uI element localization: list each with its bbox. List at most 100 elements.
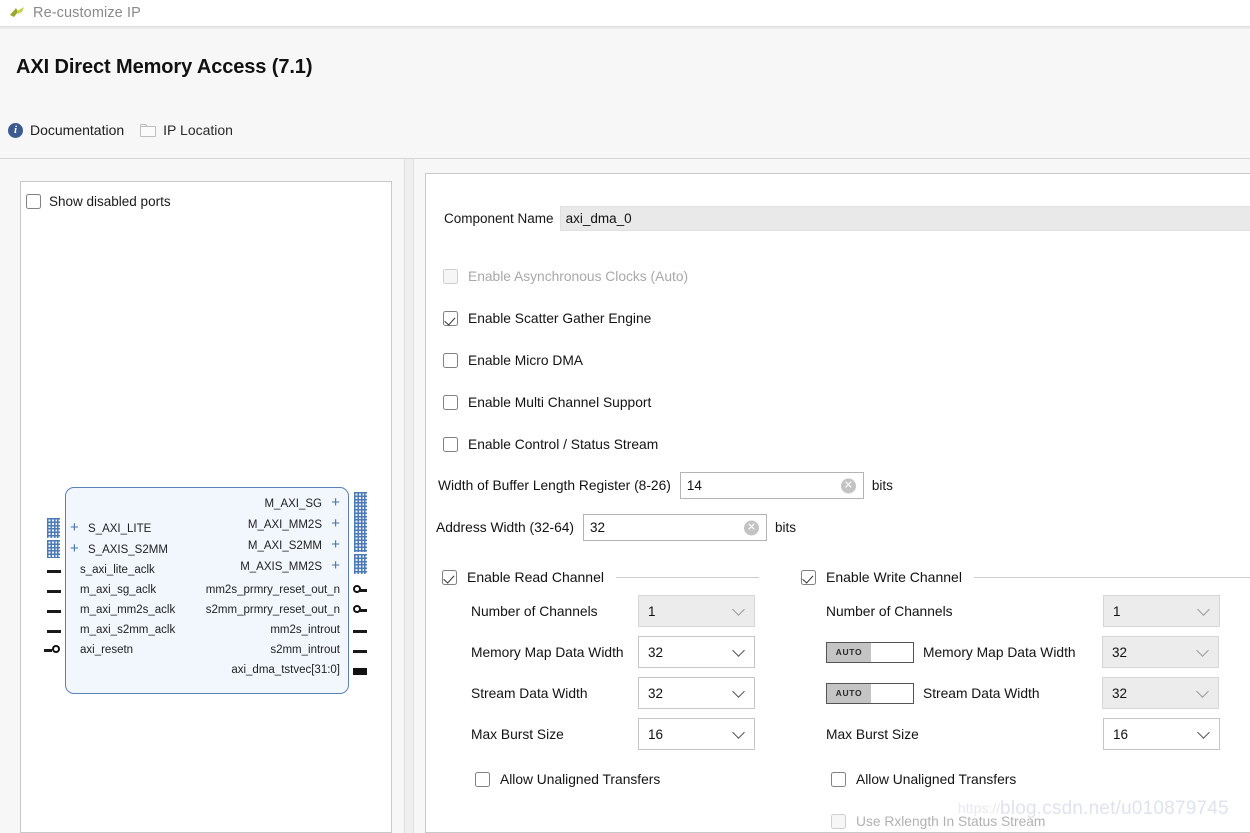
write-use-rxlength-row[interactable]: Use Rxlength In Status Stream bbox=[831, 814, 1045, 829]
write-memory-map-auto-toggle[interactable]: AUTO bbox=[826, 642, 914, 663]
read-channel-header[interactable]: Enable Read Channel bbox=[442, 569, 759, 585]
show-disabled-ports-row[interactable]: Show disabled ports bbox=[26, 194, 171, 209]
enable-async-clocks-label: Enable Asynchronous Clocks (Auto) bbox=[468, 269, 688, 284]
read-memory-map-data-width-value: 32 bbox=[648, 645, 663, 660]
read-number-of-channels-row: Number of Channels 1 bbox=[471, 595, 755, 627]
clear-icon[interactable]: ✕ bbox=[841, 478, 856, 493]
ip-location-link[interactable]: IP Location bbox=[140, 122, 233, 138]
read-allow-unaligned-row[interactable]: Allow Unaligned Transfers bbox=[475, 772, 660, 787]
address-width-value: 32 bbox=[590, 520, 605, 535]
buffer-length-register-unit: bits bbox=[872, 478, 893, 493]
write-allow-unaligned-row[interactable]: Allow Unaligned Transfers bbox=[831, 772, 1016, 787]
option-enable-control-status-stream[interactable]: Enable Control / Status Stream bbox=[443, 437, 658, 452]
bus-connector-m-axis-mm2s bbox=[354, 554, 367, 574]
write-channel-rule bbox=[974, 577, 1250, 578]
option-enable-multi-channel[interactable]: Enable Multi Channel Support bbox=[443, 395, 651, 410]
chevron-down-icon bbox=[732, 644, 745, 657]
component-name-label: Component Name bbox=[444, 211, 554, 226]
panel-splitter[interactable] bbox=[404, 159, 414, 833]
documentation-label: Documentation bbox=[30, 122, 124, 138]
read-number-of-channels-select[interactable]: 1 bbox=[638, 595, 755, 627]
enable-read-channel-label: Enable Read Channel bbox=[467, 569, 604, 585]
read-allow-unaligned-label: Allow Unaligned Transfers bbox=[500, 772, 660, 787]
option-enable-async-clocks[interactable]: Enable Asynchronous Clocks (Auto) bbox=[443, 269, 688, 284]
dialog-header: AXI Direct Memory Access (7.1) i Documen… bbox=[0, 29, 1250, 158]
clear-icon[interactable]: ✕ bbox=[744, 520, 759, 535]
show-disabled-ports-label: Show disabled ports bbox=[49, 194, 171, 209]
expand-icon-m-axi-s2mm[interactable]: + bbox=[331, 537, 340, 552]
read-memory-map-data-width-select[interactable]: 32 bbox=[638, 636, 755, 668]
pin-axi-resetn-bubble bbox=[52, 645, 60, 653]
option-enable-micro-dma[interactable]: Enable Micro DMA bbox=[443, 353, 583, 368]
address-width-input[interactable]: 32 ✕ bbox=[583, 514, 767, 541]
write-use-rxlength-checkbox[interactable] bbox=[831, 814, 846, 829]
window-title: Re-customize IP bbox=[33, 5, 141, 21]
port-label-m-axi-sg-aclk: m_axi_sg_aclk bbox=[80, 584, 156, 596]
read-stream-data-width-row: Stream Data Width 32 bbox=[471, 677, 755, 709]
enable-scatter-gather-label: Enable Scatter Gather Engine bbox=[468, 311, 651, 326]
expand-icon-s-axis-s2mm[interactable]: + bbox=[70, 541, 79, 556]
port-label-m-axi-sg: M_AXI_SG bbox=[264, 498, 322, 510]
pin-mm2s-prmry-reset-line bbox=[360, 589, 367, 592]
write-stream-data-width-select[interactable]: 32 bbox=[1102, 677, 1219, 709]
write-memory-map-data-width-select[interactable]: 32 bbox=[1102, 636, 1219, 668]
read-stream-data-width-select[interactable]: 32 bbox=[638, 677, 755, 709]
write-stream-auto-toggle[interactable]: AUTO bbox=[826, 683, 914, 704]
enable-write-channel-checkbox[interactable] bbox=[801, 570, 816, 585]
enable-micro-dma-label: Enable Micro DMA bbox=[468, 353, 583, 368]
enable-read-channel-checkbox[interactable] bbox=[442, 570, 457, 585]
port-label-s2mm-prmry-reset-out-n: s2mm_prmry_reset_out_n bbox=[206, 604, 340, 616]
buffer-length-register-row: Width of Buffer Length Register (8-26) 1… bbox=[438, 472, 893, 499]
enable-multi-channel-label: Enable Multi Channel Support bbox=[468, 395, 651, 410]
port-label-mm2s-prmry-reset-out-n: mm2s_prmry_reset_out_n bbox=[206, 584, 340, 596]
write-memory-map-auto-label: AUTO bbox=[827, 643, 871, 662]
bus-connector-s-axis-s2mm bbox=[47, 540, 60, 558]
enable-control-status-stream-checkbox[interactable] bbox=[443, 437, 458, 452]
write-max-burst-size-label: Max Burst Size bbox=[826, 727, 1103, 742]
expand-icon-m-axi-mm2s[interactable]: + bbox=[331, 516, 340, 531]
read-max-burst-size-label: Max Burst Size bbox=[471, 727, 638, 742]
expand-icon-m-axi-sg[interactable]: + bbox=[331, 495, 340, 510]
documentation-link[interactable]: i Documentation bbox=[8, 122, 124, 138]
option-enable-scatter-gather[interactable]: Enable Scatter Gather Engine bbox=[443, 311, 651, 326]
enable-async-clocks-checkbox[interactable] bbox=[443, 269, 458, 284]
port-label-axi-dma-tstvec: axi_dma_tstvec[31:0] bbox=[231, 664, 340, 676]
expand-icon-m-axis-mm2s[interactable]: + bbox=[331, 558, 340, 573]
write-memory-map-data-width-label: Memory Map Data Width bbox=[923, 645, 1102, 660]
pin-m-axi-mm2s-aclk bbox=[47, 610, 61, 613]
write-number-of-channels-label: Number of Channels bbox=[826, 604, 1103, 619]
pin-mm2s-introut bbox=[353, 630, 367, 633]
write-channel-header[interactable]: Enable Write Channel bbox=[801, 569, 1250, 585]
vivado-logo-icon bbox=[5, 3, 31, 23]
page-title: AXI Direct Memory Access (7.1) bbox=[16, 56, 312, 79]
port-label-m-axi-s2mm: M_AXI_S2MM bbox=[248, 540, 322, 552]
info-icon: i bbox=[8, 123, 23, 138]
chevron-down-icon bbox=[1196, 644, 1209, 657]
address-width-row: Address Width (32-64) 32 ✕ bits bbox=[436, 514, 796, 541]
write-memory-map-data-width-value: 32 bbox=[1112, 645, 1127, 660]
expand-icon-s-axi-lite[interactable]: + bbox=[70, 520, 79, 535]
read-number-of-channels-value: 1 bbox=[648, 604, 656, 619]
write-max-burst-size-select[interactable]: 16 bbox=[1103, 718, 1220, 750]
enable-micro-dma-checkbox[interactable] bbox=[443, 353, 458, 368]
pin-m-axi-s2mm-aclk bbox=[47, 630, 61, 633]
read-max-burst-size-select[interactable]: 16 bbox=[638, 718, 755, 750]
show-disabled-ports-checkbox[interactable] bbox=[26, 194, 41, 209]
component-name-input[interactable]: axi_dma_0 bbox=[560, 206, 1250, 231]
write-number-of-channels-select[interactable]: 1 bbox=[1103, 595, 1220, 627]
read-allow-unaligned-checkbox[interactable] bbox=[475, 772, 490, 787]
buffer-length-register-input[interactable]: 14 ✕ bbox=[680, 472, 864, 499]
enable-multi-channel-checkbox[interactable] bbox=[443, 395, 458, 410]
ip-block-symbol: + S_AXI_LITE + S_AXIS_S2MM s_axi_lite_ac… bbox=[65, 487, 349, 694]
enable-scatter-gather-checkbox[interactable] bbox=[443, 311, 458, 326]
write-max-burst-size-row: Max Burst Size 16 bbox=[826, 718, 1220, 750]
write-stream-auto-label: AUTO bbox=[827, 684, 871, 703]
component-name-row: Component Name axi_dma_0 bbox=[444, 206, 1250, 231]
pin-s-axi-lite-aclk bbox=[47, 570, 61, 573]
write-stream-data-width-label: Stream Data Width bbox=[923, 686, 1102, 701]
write-allow-unaligned-checkbox[interactable] bbox=[831, 772, 846, 787]
port-label-m-axi-mm2s: M_AXI_MM2S bbox=[248, 519, 322, 531]
buffer-length-register-value: 14 bbox=[687, 478, 702, 493]
write-stream-data-width-row: AUTO Stream Data Width 32 bbox=[826, 677, 1219, 709]
write-use-rxlength-label: Use Rxlength In Status Stream bbox=[856, 814, 1045, 829]
